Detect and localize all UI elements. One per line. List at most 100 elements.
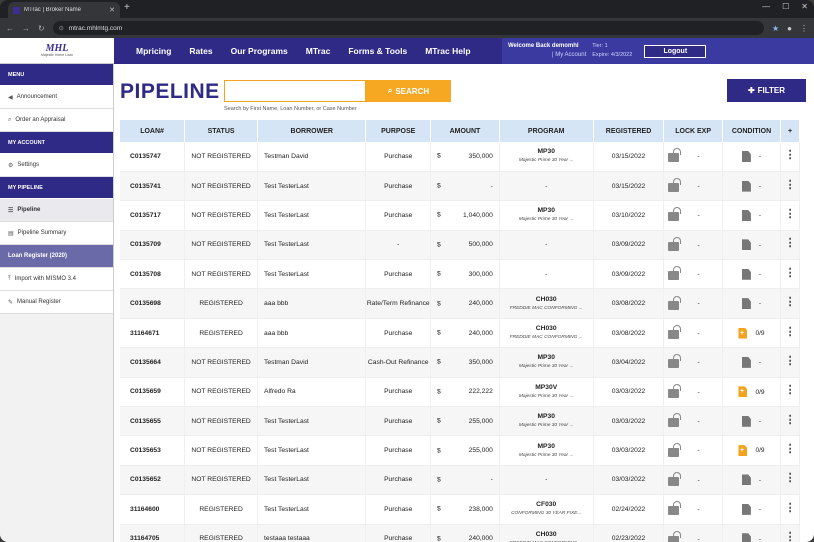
document-icon[interactable]	[741, 180, 751, 192]
lock-icon[interactable]	[668, 383, 682, 398]
col-borrower[interactable]: BORROWER	[257, 120, 367, 142]
search-button[interactable]: ⌕ SEARCH	[366, 80, 451, 102]
document-icon[interactable]	[741, 150, 751, 162]
lock-icon[interactable]	[668, 236, 682, 251]
lock-icon[interactable]	[668, 442, 682, 457]
document-icon[interactable]	[741, 239, 751, 251]
kebab-menu-icon[interactable]: ⋮	[785, 355, 796, 367]
sidebar-item-settings[interactable]: ⚙ Settings	[0, 154, 113, 177]
lock-icon[interactable]	[668, 266, 682, 281]
table-row[interactable]: C0135708 NOT REGISTERED Test TesterLast Pur…	[120, 259, 800, 290]
lock-icon[interactable]	[668, 471, 682, 486]
table-row[interactable]: C0135717 NOT REGISTERED Test TesterLast Pur…	[120, 200, 800, 231]
browser-tab[interactable]: MTrac | Broker Name ✕	[8, 2, 120, 18]
table-row[interactable]: 31164671 REGISTERED aaa bbb Purchase $240,00…	[120, 318, 800, 349]
document-icon[interactable]	[741, 298, 751, 310]
loan-number[interactable]: C0135659	[120, 377, 186, 408]
lock-icon[interactable]	[668, 178, 682, 193]
col-registered[interactable]: REGISTERED	[593, 120, 665, 142]
kebab-menu-icon[interactable]: ⋮	[785, 443, 796, 455]
kebab-menu-icon[interactable]: ⋮	[785, 149, 796, 161]
lock-icon[interactable]	[668, 325, 682, 340]
loan-number[interactable]: C0135698	[120, 288, 186, 319]
table-row[interactable]: C0135653 NOT REGISTERED Test TesterLast Pur…	[120, 435, 800, 466]
col-condition[interactable]: CONDITION	[722, 120, 782, 142]
loan-number[interactable]: C0135655	[120, 406, 186, 437]
search-input[interactable]	[224, 80, 366, 102]
loan-number[interactable]: 31164705	[120, 524, 186, 542]
nav-mtrac-help[interactable]: MTrac Help	[416, 46, 479, 56]
table-row[interactable]: C0135747 NOT REGISTERED Testman David Purch…	[120, 142, 800, 172]
reload-icon[interactable]: ↻	[38, 24, 45, 33]
loan-number[interactable]: 31164671	[120, 318, 186, 349]
document-icon[interactable]	[741, 533, 751, 542]
table-row[interactable]: C0135664 NOT REGISTERED Testman David Cash-…	[120, 347, 800, 378]
logout-button[interactable]: Logout	[644, 44, 707, 58]
table-row[interactable]: C0135698 REGISTERED aaa bbb Rate/Term Refin…	[120, 288, 800, 319]
col-add[interactable]: +	[780, 120, 800, 142]
col-program[interactable]: PROGRAM	[499, 120, 594, 142]
address-bar[interactable]: ⊙ mtrac.mhlmtg.com	[52, 21, 764, 35]
loan-number[interactable]: C0135708	[120, 259, 186, 290]
sidebar-item-pipeline-summary[interactable]: ▤ Pipeline Summary	[0, 222, 113, 245]
profile-icon[interactable]: ●	[787, 24, 792, 33]
sidebar-item-announcement[interactable]: ◀ Announcement	[0, 86, 113, 109]
lock-icon[interactable]	[668, 530, 682, 542]
col-lock-exp[interactable]: LOCK EXP	[663, 120, 723, 142]
lock-icon[interactable]	[668, 207, 682, 222]
my-account-link[interactable]: | My Account	[508, 52, 586, 58]
nav-our-programs[interactable]: Our Programs	[222, 46, 297, 56]
table-row[interactable]: 31164600 REGISTERED Test TesterLast Purchas…	[120, 494, 800, 525]
kebab-menu-icon[interactable]: ⋮	[785, 267, 796, 279]
kebab-menu-icon[interactable]: ⋮	[785, 296, 796, 308]
table-row[interactable]: C0135709 NOT REGISTERED Test TesterLast - $5…	[120, 230, 800, 261]
col-amount[interactable]: AMOUNT	[430, 120, 500, 142]
kebab-menu-icon[interactable]: ⋮	[785, 208, 796, 220]
document-icon[interactable]	[741, 503, 751, 515]
lock-icon[interactable]	[668, 295, 682, 310]
loan-number[interactable]: C0135741	[120, 171, 186, 202]
minimize-icon[interactable]: —	[762, 2, 770, 11]
nav-rates[interactable]: Rates	[180, 46, 221, 56]
loan-number[interactable]: C0135747	[120, 142, 186, 172]
back-icon[interactable]: ←	[6, 24, 14, 33]
document-icon[interactable]	[741, 268, 751, 280]
browser-menu-icon[interactable]: ⋮	[800, 24, 808, 33]
loan-number[interactable]: C0135664	[120, 347, 186, 378]
document-icon[interactable]	[741, 474, 751, 486]
bookmark-star-icon[interactable]: ★	[772, 24, 779, 33]
sidebar-item-manual-register[interactable]: ✎ Manual Register	[0, 291, 113, 314]
maximize-icon[interactable]: ☐	[782, 2, 789, 11]
sidebar-item-pipeline[interactable]: ☰ Pipeline	[0, 199, 113, 222]
lock-icon[interactable]	[668, 148, 682, 163]
kebab-menu-icon[interactable]: ⋮	[785, 472, 796, 484]
table-row[interactable]: C0135655 NOT REGISTERED Test TesterLast Pur…	[120, 406, 800, 437]
nav-mpricing[interactable]: Mpricing	[114, 46, 180, 56]
kebab-menu-icon[interactable]: ⋮	[785, 384, 796, 396]
col-status[interactable]: STATUS	[184, 120, 259, 142]
condition-alert-icon[interactable]	[738, 386, 748, 398]
kebab-menu-icon[interactable]: ⋮	[785, 179, 796, 191]
loan-number[interactable]: C0135653	[120, 435, 186, 466]
kebab-menu-icon[interactable]: ⋮	[785, 531, 796, 542]
loan-number[interactable]: C0135652	[120, 465, 186, 496]
loan-number[interactable]: C0135709	[120, 230, 186, 261]
table-row[interactable]: C0135659 NOT REGISTERED Alfredo Ra Purchase…	[120, 377, 800, 408]
condition-alert-icon[interactable]	[738, 327, 748, 339]
lock-icon[interactable]	[668, 413, 682, 428]
loan-number[interactable]: C0135717	[120, 200, 186, 231]
forward-icon[interactable]: →	[22, 24, 30, 33]
close-tab-icon[interactable]: ✕	[109, 6, 115, 14]
col-purpose[interactable]: PURPOSE	[365, 120, 432, 142]
table-row[interactable]: C0135741 NOT REGISTERED Test TesterLast Pur…	[120, 171, 800, 202]
filter-button[interactable]: ✚ FILTER	[727, 79, 806, 102]
nav-mtrac[interactable]: MTrac	[297, 46, 340, 56]
document-icon[interactable]	[741, 356, 751, 368]
kebab-menu-icon[interactable]: ⋮	[785, 237, 796, 249]
nav-forms-tools[interactable]: Forms & Tools	[339, 46, 416, 56]
close-window-icon[interactable]: ✕	[801, 2, 808, 11]
new-tab-icon[interactable]: +	[124, 2, 130, 13]
site-info-icon[interactable]: ⊙	[59, 25, 64, 32]
kebab-menu-icon[interactable]: ⋮	[785, 502, 796, 514]
logo[interactable]: MHL Majestic Home Loan	[0, 38, 114, 64]
